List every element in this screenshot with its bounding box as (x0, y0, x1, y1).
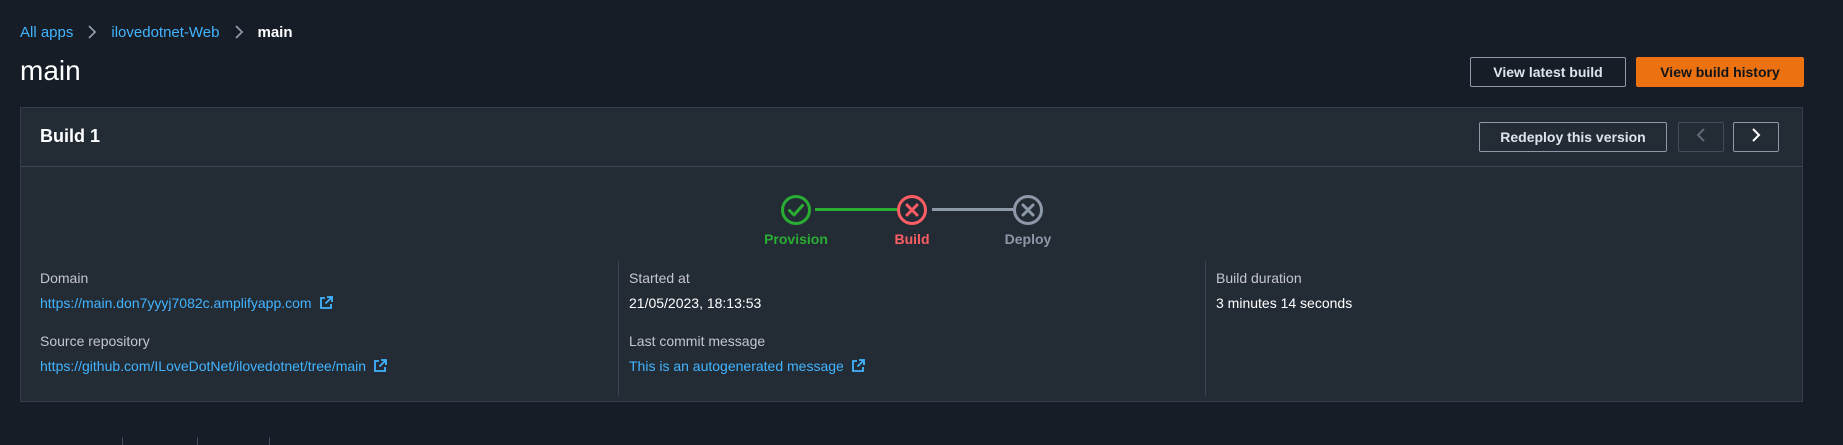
external-link-icon[interactable] (850, 358, 866, 374)
breadcrumb-app[interactable]: ilovedotnet-Web (111, 24, 219, 41)
build-duration-label: Build duration (1216, 270, 1302, 286)
started-at-label: Started at (629, 270, 690, 286)
build-duration-field: Build duration 3 minutes 14 seconds (1216, 269, 1780, 312)
info-column-commit: Started at 21/05/2023, 18:13:53 Last com… (618, 261, 1193, 396)
step-label-deploy: Deploy (1004, 231, 1052, 247)
started-at-value: 21/05/2023, 18:13:53 (629, 295, 762, 311)
step-label-provision: Provision (764, 231, 828, 247)
external-link-icon[interactable] (372, 358, 388, 374)
build-details-page: All apps ilovedotnet-Web main main View … (0, 0, 1843, 445)
breadcrumb-all-apps[interactable]: All apps (20, 24, 73, 41)
step-label-build: Build (894, 231, 930, 247)
chevron-right-icon (233, 25, 245, 39)
breadcrumb: All apps ilovedotnet-Web main (20, 22, 293, 42)
build-stepper: Provision Build Deploy (21, 167, 1802, 252)
info-column-duration: Build duration 3 minutes 14 seconds (1205, 261, 1780, 396)
breadcrumb-current-branch: main (257, 23, 293, 41)
tab-divider (269, 437, 270, 445)
source-repository-link[interactable]: https://github.com/ILoveDotNet/ilovedotn… (40, 357, 366, 375)
domain-field: Domain https://main.don7yyyj7082c.amplif… (40, 269, 606, 312)
last-commit-field: Last commit message This is an autogener… (629, 332, 1193, 375)
last-commit-label: Last commit message (629, 333, 766, 349)
domain-label: Domain (40, 270, 89, 286)
source-repository-label: Source repository (40, 333, 150, 349)
chevron-left-icon (1695, 127, 1707, 148)
tab-divider (122, 437, 123, 445)
next-build-button[interactable] (1733, 122, 1779, 152)
domain-link[interactable]: https://main.don7yyyj7082c.amplifyapp.co… (40, 294, 312, 312)
started-at-field: Started at 21/05/2023, 18:13:53 (629, 269, 1193, 312)
chevron-right-icon (86, 25, 98, 39)
view-latest-build-button[interactable]: View latest build (1470, 57, 1626, 87)
x-circle-icon (1012, 194, 1044, 226)
build-panel: Build 1 Redeploy this version Provision … (20, 107, 1803, 402)
source-repository-field: Source repository https://github.com/ILo… (40, 332, 606, 375)
page-title: main (20, 55, 81, 86)
redeploy-button[interactable]: Redeploy this version (1479, 122, 1667, 152)
previous-build-button[interactable] (1678, 122, 1724, 152)
tab-divider (197, 437, 198, 445)
chevron-right-icon (1750, 127, 1762, 148)
build-panel-header: Build 1 Redeploy this version (21, 108, 1802, 167)
view-build-history-button[interactable]: View build history (1636, 57, 1804, 87)
build-title: Build 1 (40, 126, 101, 146)
last-commit-link[interactable]: This is an autogenerated message (629, 357, 844, 375)
info-column-domain: Domain https://main.don7yyyj7082c.amplif… (40, 261, 606, 396)
x-circle-icon (896, 194, 928, 226)
check-circle-icon (780, 194, 812, 226)
external-link-icon[interactable] (318, 295, 334, 311)
build-duration-value: 3 minutes 14 seconds (1216, 295, 1353, 311)
